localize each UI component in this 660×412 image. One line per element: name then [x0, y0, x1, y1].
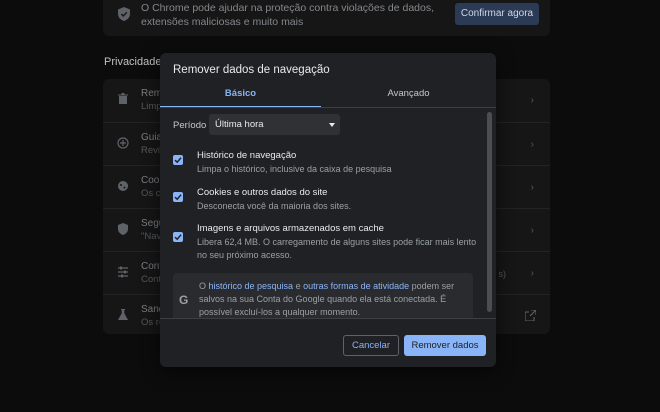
- option-description: Limpa o histórico, inclusive da caixa de…: [197, 164, 392, 174]
- checkmark-icon: [174, 157, 182, 164]
- dialog-content: Período Última hora Histórico de navegaç…: [160, 108, 496, 318]
- cookie-icon: [118, 181, 128, 191]
- google-notice-text: O histórico de pesquisa e outras formas …: [199, 280, 471, 318]
- row-subtitle: "Nav: [141, 231, 162, 242]
- tab-advanced-label: Avançado: [387, 88, 430, 99]
- tab-basic[interactable]: Básico: [160, 84, 321, 108]
- dialog-title: Remover dados de navegação: [173, 64, 330, 76]
- clear-browsing-data-dialog: Remover dados de navegação Básico Avança…: [160, 53, 496, 367]
- flask-icon: [118, 309, 128, 320]
- row-title: Guia: [141, 132, 163, 143]
- checkmark-icon: [174, 234, 182, 241]
- google-g-icon: G: [179, 293, 189, 307]
- footer-divider: [160, 318, 496, 319]
- chevron-right-icon: ›: [530, 268, 534, 279]
- dropdown-arrow-icon: [329, 123, 335, 127]
- period-selected-value: Última hora: [215, 119, 264, 130]
- cancel-button[interactable]: Cancelar: [343, 335, 399, 356]
- tab-advanced[interactable]: Avançado: [321, 84, 496, 108]
- notice-prefix: O: [199, 281, 209, 291]
- notice-middle: e: [293, 281, 304, 291]
- checkbox-cached-images[interactable]: [173, 232, 183, 242]
- option-title: Imagens e arquivos armazenados em cache: [197, 223, 384, 234]
- other-activity-link[interactable]: outras formas de atividade: [303, 281, 409, 291]
- shield-icon: [118, 223, 128, 235]
- period-label: Período: [173, 120, 207, 131]
- scrollbar-thumb[interactable]: [487, 112, 492, 312]
- chevron-right-icon: ›: [530, 182, 534, 193]
- period-select[interactable]: Última hora: [209, 114, 340, 135]
- option-title: Cookies e outros dados do site: [197, 187, 328, 198]
- safety-check-card: O Chrome pode ajudar na proteção contra …: [103, 0, 550, 36]
- google-account-notice: G O histórico de pesquisa e outras forma…: [173, 273, 473, 318]
- add-circle-icon: [117, 137, 129, 149]
- chevron-right-icon: ›: [530, 225, 534, 236]
- option-description: Desconecta você da maioria dos sites.: [197, 201, 352, 211]
- tune-icon: [118, 266, 128, 278]
- row-subtitle: Os c: [141, 188, 161, 199]
- safety-check-message: O Chrome pode ajudar na proteção contra …: [141, 2, 435, 28]
- row-title: Conf: [141, 261, 163, 272]
- option-description: Libera 62,4 MB. O carregamento de alguns…: [197, 237, 477, 260]
- search-history-link[interactable]: histórico de pesquisa: [209, 281, 294, 291]
- checkbox-cookies[interactable]: [173, 192, 183, 202]
- option-title: Histórico de navegação: [197, 150, 297, 161]
- chevron-right-icon: ›: [530, 95, 534, 106]
- dialog-tabs: Básico Avançado: [160, 84, 496, 108]
- checkbox-browsing-history[interactable]: [173, 155, 183, 165]
- row-extra-text: s): [498, 269, 507, 279]
- tab-basic-label: Básico: [224, 88, 257, 99]
- dialog-scrollbar[interactable]: [486, 108, 494, 319]
- remove-data-button[interactable]: Remover dados: [404, 335, 486, 356]
- chevron-right-icon: ›: [530, 139, 534, 150]
- open-in-new-icon: [525, 310, 536, 321]
- trash-icon: [118, 93, 128, 104]
- shield-check-icon: [118, 7, 130, 21]
- confirm-now-button[interactable]: Confirmar agora: [455, 3, 539, 25]
- checkmark-icon: [174, 194, 182, 201]
